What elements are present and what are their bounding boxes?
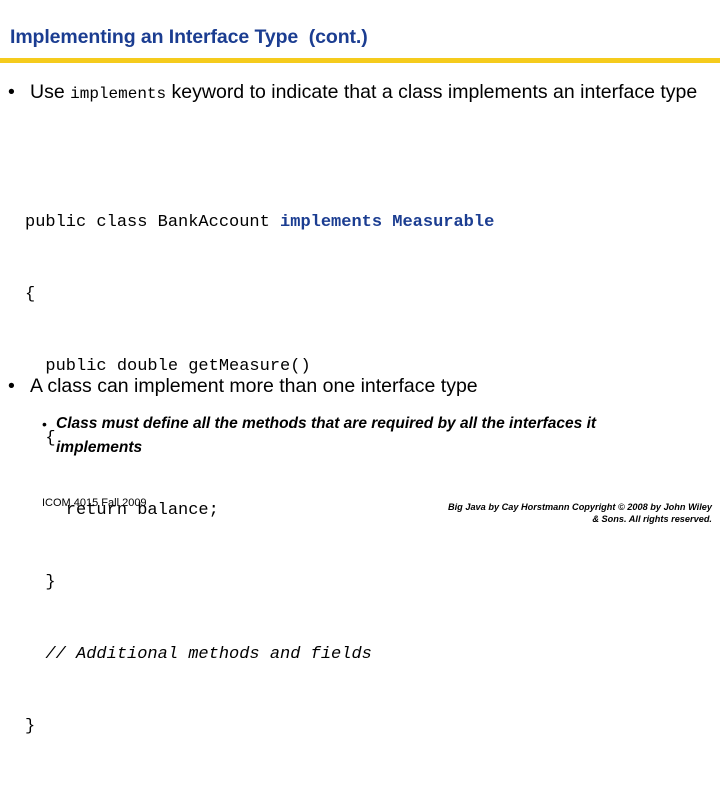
slide-canvas: Implementing an Interface Type (cont.) •…	[0, 0, 720, 736]
title-area: Implementing an Interface Type (cont.)	[0, 26, 720, 58]
code-line-6: }	[25, 573, 56, 592]
title-divider-rule	[0, 58, 720, 63]
bullet-text-after: keyword to indicate that a class impleme…	[166, 81, 698, 103]
bullet-multiple-interfaces: • A class can implement more than one in…	[8, 373, 698, 400]
bullet-text-before: Use	[30, 81, 71, 103]
code-line-8: }	[25, 717, 36, 736]
bullet-use-implements: • Use implements keyword to indicate tha…	[8, 79, 698, 108]
inline-code-implements: implements	[70, 85, 167, 103]
bullet-marker-icon: •	[8, 81, 15, 103]
code-line-7-comment: // Additional methods and fields	[25, 645, 372, 664]
copyright-line-2: & Sons. All rights reserved.	[592, 514, 712, 524]
bullet-marker-icon: •	[8, 375, 15, 397]
sub-bullet-text: Class must define all the methods that a…	[56, 415, 597, 456]
code-line-1: public class BankAccount implements Meas…	[25, 211, 494, 235]
footer-copyright: Big Java by Cay Horstmann Copyright © 20…	[372, 501, 712, 525]
bullet-text: A class can implement more than one inte…	[30, 375, 478, 397]
code-keyword-implements-measurable: implements Measurable	[280, 213, 495, 232]
footer-course-label: ICOM 4015 Fall 2009	[42, 497, 147, 509]
sub-bullet-must-define-methods: • Class must define all the methods that…	[42, 412, 642, 460]
bullet-text: Use implements keyword to indicate that …	[30, 79, 698, 108]
code-line-2: {	[25, 285, 36, 304]
sub-bullet-marker-icon: •	[42, 416, 47, 432]
code-line-1-plain: public class BankAccount	[25, 213, 281, 232]
copyright-line-1: Big Java by Cay Horstmann Copyright © 20…	[447, 502, 712, 512]
page-title: Implementing an Interface Type (cont.)	[10, 26, 368, 48]
code-sample-block: public class BankAccount implements Meas…	[25, 163, 494, 787]
